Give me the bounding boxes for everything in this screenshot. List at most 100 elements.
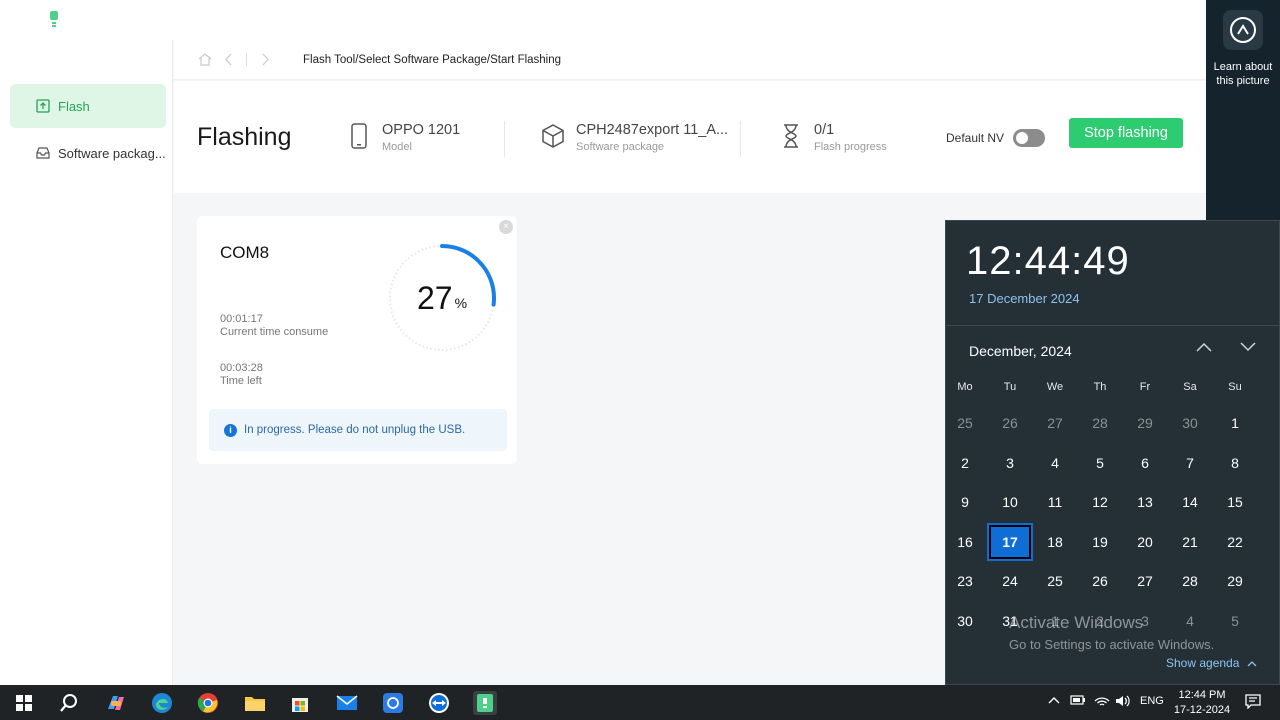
flash-tool-taskbar-icon[interactable] [473, 691, 497, 715]
calendar-day[interactable]: 15 [1214, 485, 1256, 519]
file-explorer-icon[interactable] [243, 691, 267, 715]
previous-month-icon[interactable] [1196, 339, 1212, 357]
taskbar-clock[interactable]: 12:44 PM 17-12-2024 [1172, 688, 1232, 718]
inbox-icon [36, 146, 50, 160]
calendar-day[interactable]: 9 [944, 485, 986, 519]
package-info: CPH2487export 11_A... Software package [540, 121, 728, 153]
battery-icon[interactable] [1070, 695, 1086, 708]
calendar-day[interactable]: 3 [989, 446, 1031, 480]
weekday-header: Sa [1183, 381, 1197, 393]
store-icon[interactable] [288, 691, 312, 715]
app-logo-icon [50, 11, 58, 27]
calendar-day[interactable]: 29 [1124, 406, 1166, 440]
calendar-day[interactable]: 27 [1034, 406, 1076, 440]
calendar-day[interactable]: 30 [944, 604, 986, 638]
model-value: OPPO 1201 [382, 122, 461, 138]
calendar-day[interactable]: 19 [1079, 525, 1121, 559]
calendar-day[interactable]: 22 [1214, 525, 1256, 559]
remaining-time: 00:03:28 Time left [220, 362, 263, 388]
calendar-day[interactable]: 4 [1169, 604, 1211, 638]
wifi-icon[interactable] [1094, 695, 1110, 710]
search-icon [60, 694, 77, 712]
calendar-day[interactable]: 28 [1079, 406, 1121, 440]
sidebar-item-flash[interactable]: Flash [10, 84, 166, 128]
calendar-day[interactable]: 7 [1169, 446, 1211, 480]
learn-about-picture[interactable]: Learn about this picture [1206, 10, 1280, 88]
start-button[interactable] [12, 691, 36, 715]
next-month-icon[interactable] [1240, 339, 1256, 357]
model-label: Model [382, 141, 412, 153]
progress-percent: 27% [386, 242, 498, 354]
show-agenda-button[interactable]: Show agenda [1166, 656, 1257, 670]
calendar-day[interactable]: 25 [944, 406, 986, 440]
notification-icon[interactable] [1245, 694, 1261, 712]
calendar-day[interactable]: 29 [1214, 564, 1256, 598]
calendar-day[interactable]: 16 [944, 525, 986, 559]
teamviewer-icon[interactable] [427, 691, 451, 715]
progress-label: Flash progress [814, 141, 887, 153]
calendar-day[interactable]: 23 [944, 564, 986, 598]
close-icon[interactable]: × [499, 220, 513, 234]
mail-icon[interactable] [335, 691, 359, 715]
remaining-label: Time left [220, 375, 262, 387]
learn-about-picture-label: Learn about this picture [1213, 61, 1273, 87]
port-card: × COM8 00:01:17 Current time consume 00:… [197, 216, 517, 464]
volume-icon[interactable] [1115, 695, 1131, 710]
title-bar [0, 0, 1206, 40]
calendar-day[interactable]: 25 [1034, 564, 1076, 598]
flyout-clock: 12:44:49 [966, 239, 1130, 283]
sidebar-item-software-package[interactable]: Software packag... [10, 131, 166, 175]
calendar-day[interactable]: 26 [989, 406, 1031, 440]
chrome-browser-icon[interactable] [196, 691, 220, 715]
calendar-day[interactable]: 24 [989, 564, 1031, 598]
percent-value: 27 [416, 279, 453, 316]
calendar-day[interactable]: 8 [1214, 446, 1256, 480]
calendar-day[interactable]: 18 [1034, 525, 1076, 559]
app-icon[interactable] [381, 691, 405, 715]
show-hidden-icons[interactable] [1048, 695, 1060, 707]
default-nv-toggle[interactable] [1013, 129, 1046, 147]
progress-info: 0/1 Flash progress [778, 121, 887, 153]
package-label: Software package [576, 141, 665, 153]
progress-value: 0/1 [814, 122, 835, 138]
divider [504, 121, 505, 157]
calendar-day[interactable]: 27 [1124, 564, 1166, 598]
home-icon[interactable] [198, 53, 212, 69]
calendar-day[interactable]: 1 [1214, 406, 1256, 440]
calendar-day[interactable]: 30 [1169, 406, 1211, 440]
calendar-day[interactable]: 14 [1169, 485, 1211, 519]
calendar-day[interactable]: 21 [1169, 525, 1211, 559]
info-icon: i [224, 423, 237, 437]
calendar-day[interactable]: 26 [1079, 564, 1121, 598]
calendar-day[interactable]: 5 [1079, 446, 1121, 480]
calendar-month[interactable]: December, 2024 [969, 343, 1072, 359]
calendar-day[interactable]: 6 [1124, 446, 1166, 480]
remaining-value: 00:03:28 [220, 362, 263, 374]
calendar-day[interactable]: 12 [1079, 485, 1121, 519]
activate-windows-title: Activate Windows [1009, 613, 1144, 632]
stop-flashing-button[interactable]: Stop flashing [1069, 118, 1183, 148]
weekday-header: Fr [1139, 381, 1151, 393]
calendar-day[interactable]: 20 [1124, 525, 1166, 559]
calendar-day[interactable]: 28 [1169, 564, 1211, 598]
calendar-day-today[interactable]: 17 [989, 524, 1031, 559]
back-icon[interactable] [224, 53, 234, 69]
sidebar: Flash Software packag... [0, 40, 173, 685]
calendar-day[interactable]: 4 [1034, 446, 1076, 480]
forward-icon[interactable] [260, 53, 270, 69]
taskbar-time: 12:44 PM [1178, 689, 1226, 701]
elapsed-time: 00:01:17 Current time consume [220, 313, 328, 339]
sidebar-item-label: Software packag... [58, 145, 166, 161]
calendar-day[interactable]: 10 [989, 485, 1031, 519]
copilot-icon[interactable] [104, 691, 128, 715]
calendar-flyout: 12:44:49 17 December 2024 December, 2024… [945, 220, 1280, 685]
edge-browser-icon[interactable] [150, 691, 174, 715]
calendar-day[interactable]: 13 [1124, 485, 1166, 519]
flyout-date[interactable]: 17 December 2024 [969, 291, 1080, 306]
calendar-day[interactable]: 2 [944, 446, 986, 480]
calendar-day[interactable]: 5 [1214, 604, 1256, 638]
language-indicator[interactable]: ENG [1140, 695, 1164, 707]
search-button[interactable] [57, 691, 81, 715]
model-info: OPPO 1201 Model [346, 121, 460, 153]
calendar-day[interactable]: 11 [1034, 485, 1076, 519]
